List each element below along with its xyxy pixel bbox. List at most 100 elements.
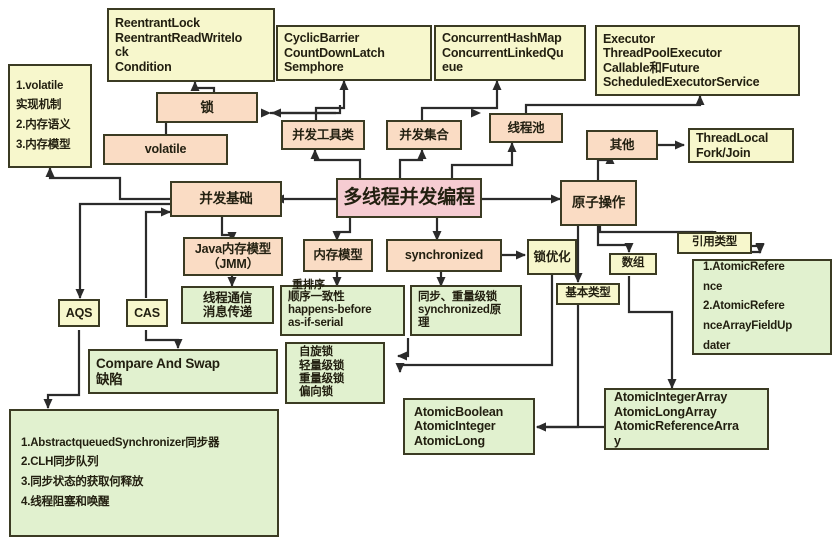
- node-atomic-boolean[interactable]: AtomicBoolean AtomicInteger AtomicLong: [403, 398, 535, 455]
- node-line: Semphore: [284, 60, 344, 75]
- node-lock-optimization[interactable]: 锁优化: [527, 239, 577, 275]
- node-line: synchronized原: [418, 303, 502, 316]
- node-line: Callable和Future: [603, 60, 700, 75]
- node-line: 自旋锁: [299, 346, 333, 359]
- node-line: ck: [115, 45, 129, 59]
- node-sync-heavy-lock[interactable]: 同步、重量级锁 synchronized原 理: [410, 285, 522, 336]
- node-compare-and-swap[interactable]: Compare And Swap 缺陷: [88, 349, 278, 394]
- node-line: 并发工具类: [292, 127, 354, 142]
- node-line: 4.线程阻塞和唤醒: [21, 495, 110, 508]
- node-line: nceArrayFieldUp: [703, 320, 793, 333]
- node-atomic-ops[interactable]: 原子操作: [560, 180, 637, 226]
- node-synchronized[interactable]: synchronized: [386, 239, 502, 272]
- node-line: 理: [418, 317, 430, 330]
- node-aqs[interactable]: AQS: [58, 299, 100, 327]
- node-line: 实现机制: [16, 99, 62, 112]
- node-line: 并发集合: [399, 127, 449, 142]
- node-jmm[interactable]: Java内存模型 （JMM）: [183, 237, 283, 276]
- node-line: 数组: [621, 257, 645, 270]
- node-line: ScheduledExecutorService: [603, 75, 760, 89]
- node-line: AtomicReferenceArra: [614, 419, 739, 433]
- node-volatile-detail[interactable]: 1.volatile 实现机制 2.内存语义 3.内存模型: [8, 64, 92, 168]
- node-line: AtomicInteger: [414, 419, 496, 434]
- node-line: 重量级锁: [299, 373, 345, 385]
- node-line: Fork/Join: [696, 145, 751, 160]
- node-line: 基本类型: [565, 287, 611, 300]
- node-line: 原子操作: [571, 195, 626, 211]
- node-line: 并发基础: [199, 191, 253, 207]
- node-line: 消息传递: [202, 305, 253, 319]
- node-main-topic[interactable]: 多线程并发编程: [336, 178, 482, 218]
- node-concurrent-hashmap[interactable]: ConcurrentHashMap ConcurrentLinkedQu eue: [434, 25, 586, 81]
- node-concurrency-basics[interactable]: 并发基础: [170, 181, 282, 217]
- node-line: 1.AtomicRefere: [703, 260, 785, 273]
- node-thread-communication[interactable]: 线程通信 消息传递: [181, 286, 274, 324]
- node-lock[interactable]: 锁: [156, 92, 258, 123]
- node-line: Compare And Swap: [96, 355, 220, 371]
- node-line: 缺陷: [96, 371, 123, 387]
- node-line: ReentrantReadWritelo: [115, 30, 243, 45]
- node-line: ConcurrentLinkedQu: [442, 45, 564, 60]
- node-line: （JMM）: [207, 256, 259, 271]
- node-line: 锁优化: [533, 249, 571, 264]
- node-line: y: [614, 433, 621, 448]
- node-atomic-reference[interactable]: 1.AtomicRefere nce 2.AtomicRefere nceArr…: [692, 259, 832, 355]
- node-line: 同步、重量级锁: [418, 290, 498, 303]
- node-line: eue: [442, 60, 463, 75]
- node-line: ThreadPoolExecutor: [603, 46, 722, 60]
- node-lock-kinds[interactable]: 自旋锁 轻量级锁 重量级锁 偏向锁: [285, 342, 385, 404]
- node-cas[interactable]: CAS: [126, 299, 168, 327]
- node-line: 顺序一致性: [288, 290, 345, 303]
- node-line: dater: [703, 339, 731, 352]
- node-line: 引用类型: [691, 236, 738, 249]
- node-line: 锁: [200, 99, 214, 115]
- node-concurrent-collections[interactable]: 并发集合: [386, 120, 462, 150]
- node-aqs-detail[interactable]: 1.AbstractqueuedSynchronizer同步器 2.CLH同步队…: [9, 409, 279, 537]
- node-line: 多线程并发编程: [343, 186, 475, 208]
- node-line: 2.AtomicRefere: [703, 300, 785, 313]
- node-executor[interactable]: Executor ThreadPoolExecutor Callable和Fut…: [595, 25, 800, 96]
- node-thread-pool[interactable]: 线程池: [489, 113, 563, 143]
- node-memory-model[interactable]: 内存模型: [303, 239, 373, 272]
- node-line: 内存模型: [313, 248, 363, 263]
- node-line: 1.volatile: [16, 79, 64, 92]
- node-line: Executor: [603, 31, 655, 46]
- node-line: CyclicBarrier: [284, 31, 360, 46]
- diagram-canvas: 1.volatile 实现机制 2.内存语义 3.内存模型 ReentrantL…: [0, 0, 840, 542]
- node-array-type[interactable]: 数组: [609, 253, 657, 275]
- node-line: nce: [703, 280, 723, 293]
- node-line: 3.同步状态的获取何释放: [21, 476, 144, 489]
- node-line: Java内存模型: [194, 242, 272, 256]
- node-line: AtomicBoolean: [414, 404, 504, 419]
- node-line: 其他: [609, 137, 635, 152]
- node-reference-type[interactable]: 引用类型: [677, 232, 752, 254]
- node-concurrent-tools[interactable]: 并发工具类: [281, 120, 365, 150]
- node-atomic-arrays[interactable]: AtomicIntegerArray AtomicLongArray Atomi…: [604, 388, 769, 450]
- node-line: synchronized: [404, 248, 484, 263]
- node-line: ThreadLocal: [696, 131, 769, 145]
- node-threadlocal[interactable]: ThreadLocal Fork/Join: [688, 128, 794, 163]
- node-line: 线程通信: [202, 290, 253, 305]
- node-line: 线程池: [507, 120, 545, 135]
- node-volatile[interactable]: volatile: [103, 134, 228, 165]
- node-line: AtomicIntegerArray: [614, 390, 728, 404]
- node-other[interactable]: 其他: [586, 130, 658, 160]
- node-line: Condition: [115, 59, 172, 74]
- node-basic-type[interactable]: 基本类型: [556, 283, 620, 305]
- node-line: 1.AbstractqueuedSynchronizer同步器: [21, 436, 220, 449]
- node-line: 轻量级锁: [299, 359, 345, 372]
- node-line: CountDownLatch: [284, 45, 385, 60]
- node-line: ReentrantLock: [115, 16, 200, 30]
- node-line: AtomicLong: [414, 433, 485, 448]
- node-line: happens-before: [288, 303, 372, 316]
- node-line: AtomicLongArray: [614, 404, 717, 419]
- node-happens-before[interactable]: 顺序一致性 happens-before as-if-serial: [280, 285, 405, 336]
- node-line: AQS: [65, 305, 93, 320]
- node-line: 偏向锁: [299, 386, 333, 399]
- node-line: 2.CLH同步队列: [21, 456, 99, 469]
- node-line: ConcurrentHashMap: [442, 31, 562, 46]
- node-line: CAS: [134, 305, 160, 320]
- node-line: 2.内存语义: [16, 119, 71, 132]
- node-cyclic-barrier[interactable]: CyclicBarrier CountDownLatch Semphore: [276, 25, 432, 81]
- node-reentrant-lock[interactable]: ReentrantLock ReentrantReadWritelo ck Co…: [107, 8, 275, 82]
